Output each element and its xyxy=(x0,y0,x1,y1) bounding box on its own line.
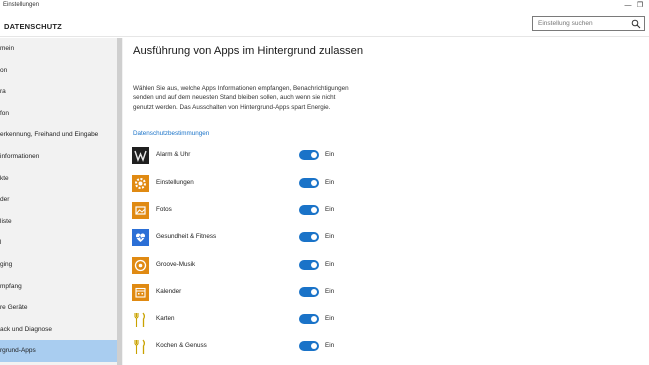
sidebar-item-messaging[interactable]: ging xyxy=(0,254,117,276)
music-disc-icon xyxy=(132,257,149,274)
sidebar-item-label: der xyxy=(0,196,10,203)
app-row-karten: Karten Ein xyxy=(132,311,352,333)
app-row-gesundheit: Gesundheit & Fitness Ein xyxy=(132,229,352,251)
sidebar-item-label: mpfang xyxy=(0,283,22,290)
toggle-state: Ein xyxy=(325,179,335,186)
minimize-button[interactable]: — xyxy=(622,1,634,11)
app-name: Fotos xyxy=(156,206,172,213)
sidebar-item-label: liste xyxy=(0,218,12,225)
toggle-switch[interactable] xyxy=(299,314,319,324)
toggle-knob xyxy=(311,343,317,349)
toggle-knob xyxy=(311,152,317,158)
sidebar-item-weitere-geraete[interactable]: re Geräte xyxy=(0,297,117,319)
sidebar-item-label: l xyxy=(0,239,2,246)
sidebar-item-label: ack und Diagnose xyxy=(0,326,53,333)
search-icon[interactable] xyxy=(631,19,641,29)
toggle-knob xyxy=(311,180,317,186)
sidebar-item-label: mein xyxy=(0,45,15,52)
app-row-einstellungen: Einstellungen Ein xyxy=(132,175,352,197)
app-name: Kochen & Genuss xyxy=(156,342,207,349)
gear-icon xyxy=(132,175,149,192)
sidebar-item-label: on xyxy=(0,67,8,74)
app-row-kalender: Kalender Ein xyxy=(132,284,352,306)
toggle-switch[interactable] xyxy=(299,341,319,351)
app-name: Gesundheit & Fitness xyxy=(156,233,217,240)
photos-icon xyxy=(132,202,149,219)
sidebar-item-spracherkennung[interactable]: erkennung, Freihand und Eingabe xyxy=(0,124,117,146)
sidebar-item-label: rgrund-Apps xyxy=(0,347,36,354)
toggle-knob xyxy=(311,316,317,322)
app-name: Karten xyxy=(156,315,175,322)
sidebar-item-kalender[interactable]: der xyxy=(0,189,117,211)
section-title: DATENSCHUTZ xyxy=(4,22,62,31)
cutlery-icon xyxy=(132,311,149,328)
search-input[interactable]: Einstellung suchen xyxy=(532,16,645,31)
app-row-alarm: Alarm & Uhr Ein xyxy=(132,147,352,169)
page-description: Wählen Sie aus, welche Apps Informatione… xyxy=(133,85,349,111)
page-title: Ausführung von Apps im Hintergrund zulas… xyxy=(133,45,364,57)
toggle-state: Ein xyxy=(325,206,335,213)
app-name: Groove-Musik xyxy=(156,261,196,268)
toggle-switch[interactable] xyxy=(299,205,319,215)
sidebar-item-position[interactable]: on xyxy=(0,60,117,82)
toggle-state: Ein xyxy=(325,261,335,268)
sidebar-item-kontakte[interactable]: kte xyxy=(0,168,117,190)
sidebar-scrollbar[interactable] xyxy=(117,38,122,365)
app-row-kochen: Kochen & Genuss Ein xyxy=(132,338,352,360)
toggle-knob xyxy=(311,234,317,240)
toggle-switch[interactable] xyxy=(299,287,319,297)
sidebar-item-mikrofon[interactable]: fon xyxy=(0,103,117,125)
app-row-fotos: Fotos Ein xyxy=(132,202,352,224)
sidebar-item-hintergrund-apps[interactable]: rgrund-Apps xyxy=(0,340,117,362)
sidebar-item-kontoinformationen[interactable]: informationen xyxy=(0,146,117,168)
sidebar-item-funkempfang[interactable]: mpfang xyxy=(0,276,117,298)
sidebar-item-allgemein[interactable]: mein xyxy=(0,38,117,60)
title-bar: Einstellungen — ❐ xyxy=(0,0,649,14)
main-content: Ausführung von Apps im Hintergrund zulas… xyxy=(123,38,649,365)
search-placeholder: Einstellung suchen xyxy=(538,20,593,27)
toggle-switch[interactable] xyxy=(299,150,319,160)
sidebar-item-label: erkennung, Freihand und Eingabe xyxy=(0,131,99,138)
sidebar-item-feedback-diagnose[interactable]: ack und Diagnose xyxy=(0,319,117,341)
toggle-knob xyxy=(311,289,317,295)
sidebar-item-email[interactable]: l xyxy=(0,232,117,254)
toggle-state: Ein xyxy=(325,151,335,158)
sidebar-item-label: informationen xyxy=(0,153,40,160)
toggle-knob xyxy=(311,262,317,268)
app-name: Einstellungen xyxy=(156,179,194,186)
sidebar-item-label: fon xyxy=(0,110,10,117)
sidebar-item-kamera[interactable]: ra xyxy=(0,81,117,103)
cutlery-icon xyxy=(132,338,149,355)
window-title: Einstellungen xyxy=(3,2,40,8)
sidebar: mein on ra fon erkennung, Freihand und E… xyxy=(0,38,123,365)
toggle-switch[interactable] xyxy=(299,178,319,188)
toggle-state: Ein xyxy=(325,315,335,322)
app-row-groove: Groove-Musik Ein xyxy=(132,257,352,279)
calendar-icon xyxy=(132,284,149,301)
sidebar-item-label: kte xyxy=(0,175,9,182)
maximize-button[interactable]: ❐ xyxy=(634,1,646,11)
toggle-knob xyxy=(311,207,317,213)
app-name: Kalender xyxy=(156,288,182,295)
sidebar-item-anrufliste[interactable]: liste xyxy=(0,211,117,233)
sidebar-item-label: re Geräte xyxy=(0,304,28,311)
heart-pulse-icon xyxy=(132,229,149,246)
toggle-state: Ein xyxy=(325,288,335,295)
scrollbar-thumb[interactable] xyxy=(117,38,122,365)
toggle-state: Ein xyxy=(325,233,335,240)
sidebar-item-label: ra xyxy=(0,88,6,95)
toggle-switch[interactable] xyxy=(299,260,319,270)
privacy-link[interactable]: Datenschutzbestimmungen xyxy=(133,130,209,137)
toggle-state: Ein xyxy=(325,342,335,349)
sidebar-item-label: ging xyxy=(0,261,13,268)
toggle-switch[interactable] xyxy=(299,232,319,242)
app-name: Alarm & Uhr xyxy=(156,151,191,158)
alarm-clock-icon xyxy=(132,147,149,164)
